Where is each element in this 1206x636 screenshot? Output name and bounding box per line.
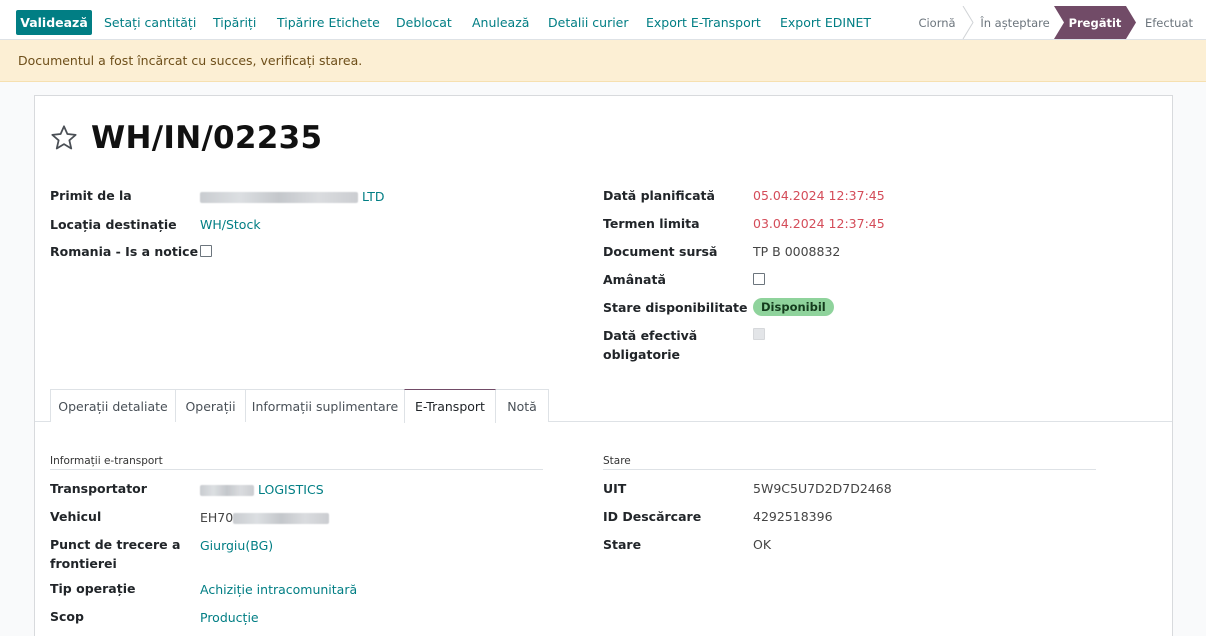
received-from-field[interactable]: LTD bbox=[200, 187, 385, 206]
uit-label: UIT bbox=[603, 481, 627, 496]
effective-date-label-line1: Dată efectivă bbox=[603, 328, 698, 343]
tab-detailed-operations[interactable]: Operații detaliate bbox=[50, 389, 176, 422]
dest-location-label: Locația destinație bbox=[50, 217, 177, 232]
download-id-label: ID Descărcare bbox=[603, 509, 702, 524]
postponed-checkbox[interactable] bbox=[753, 273, 765, 285]
effective-date-label: Dată efectivă obligatorie bbox=[603, 326, 697, 364]
favorite-star-icon[interactable] bbox=[50, 124, 78, 152]
etransport-status-field: OK bbox=[753, 537, 772, 552]
section-divider bbox=[50, 469, 543, 470]
vehicle-label: Vehicul bbox=[50, 509, 102, 524]
received-from-suffix: LTD bbox=[361, 189, 385, 204]
cancel-button[interactable]: Anulează bbox=[472, 10, 529, 35]
status-stage-done[interactable]: Efectuat bbox=[1138, 6, 1200, 39]
vehicle-prefix: EH70 bbox=[200, 510, 234, 525]
dest-location-field[interactable]: WH/Stock bbox=[200, 215, 261, 234]
availability-status-badge: Disponibil bbox=[753, 298, 834, 316]
status-stage-ready[interactable]: Pregătit bbox=[1054, 6, 1136, 39]
unlock-button[interactable]: Deblocat bbox=[396, 10, 452, 35]
set-quantities-button[interactable]: Setați cantități bbox=[104, 10, 196, 35]
etransport-section-title: Informații e-transport bbox=[50, 455, 163, 467]
operation-type-label: Tip operație bbox=[50, 581, 136, 596]
vehicle-field[interactable]: EH70 bbox=[200, 508, 330, 527]
border-crossing-field[interactable]: Giurgiu(BG) bbox=[200, 536, 273, 555]
etransport-status-label: Stare bbox=[603, 537, 642, 552]
scheduled-date-field[interactable]: 05.04.2024 12:37:45 bbox=[753, 186, 885, 205]
section-divider bbox=[603, 469, 1096, 470]
carrier-label: Transportator bbox=[50, 481, 147, 496]
uit-field: 5W9C5U7D2D7D2468 bbox=[753, 481, 892, 496]
effective-date-label-line2: obligatorie bbox=[603, 347, 680, 362]
border-crossing-label: Punct de trecere a frontierei bbox=[50, 535, 180, 573]
redacted-vehicle-number bbox=[233, 513, 330, 524]
source-doc-label: Document sursă bbox=[603, 244, 718, 259]
tab-etransport[interactable]: E-Transport bbox=[404, 389, 496, 423]
status-section-title: Stare bbox=[603, 455, 631, 467]
export-edinet-button[interactable]: Export EDINET bbox=[780, 10, 871, 35]
redacted-partner-name bbox=[200, 192, 358, 203]
download-id-field: 4292518396 bbox=[753, 509, 833, 524]
deadline-label: Termen limita bbox=[603, 216, 700, 231]
control-panel: Validează Setați cantități Tipăriți Tipă… bbox=[0, 0, 1206, 40]
tab-additional-info[interactable]: Informații suplimentare bbox=[245, 389, 405, 422]
carrier-field[interactable]: LOGISTICS bbox=[200, 480, 324, 499]
record-title-row: WH/IN/02235 bbox=[50, 120, 322, 156]
record-title: WH/IN/02235 bbox=[91, 120, 323, 156]
received-from-label: Primit de la bbox=[50, 188, 132, 203]
validate-button[interactable]: Validează bbox=[16, 10, 92, 35]
status-stage-draft[interactable]: Ciornă bbox=[908, 6, 966, 39]
status-stage-waiting[interactable]: În așteptare bbox=[974, 6, 1056, 39]
deadline-field: 03.04.2024 12:37:45 bbox=[753, 216, 885, 231]
availability-label: Stare disponibilitate bbox=[603, 300, 748, 315]
print-button[interactable]: Tipăriți bbox=[213, 10, 256, 35]
redacted-carrier-name bbox=[200, 485, 254, 496]
postponed-label: Amânată bbox=[603, 272, 666, 287]
chevron-separator-icon bbox=[962, 6, 974, 39]
tab-note[interactable]: Notă bbox=[495, 389, 549, 422]
success-alert: Documentul a fost încărcat cu succes, ve… bbox=[0, 40, 1206, 82]
romania-notice-label: Romania - Is a notice bbox=[50, 244, 199, 259]
alert-message: Documentul a fost încărcat cu succes, ve… bbox=[18, 53, 363, 68]
print-labels-button[interactable]: Tipărire Etichete bbox=[277, 10, 380, 35]
effective-date-checkbox bbox=[753, 328, 765, 340]
romania-notice-checkbox[interactable] bbox=[200, 245, 212, 257]
border-crossing-label-line2: frontierei bbox=[50, 556, 117, 571]
scope-field[interactable]: Producție bbox=[200, 608, 259, 627]
border-crossing-label-line1: Punct de trecere a bbox=[50, 537, 181, 552]
operation-type-field[interactable]: Achiziție intracomunitară bbox=[200, 580, 357, 599]
tab-operations[interactable]: Operații bbox=[175, 389, 246, 422]
export-etransport-button[interactable]: Export E-Transport bbox=[646, 10, 761, 35]
courier-details-button[interactable]: Detalii curier bbox=[548, 10, 629, 35]
scope-label: Scop bbox=[50, 609, 84, 624]
scheduled-date-label: Dată planificată bbox=[603, 188, 715, 203]
carrier-suffix: LOGISTICS bbox=[257, 482, 324, 497]
source-doc-field[interactable]: TP B 0008832 bbox=[753, 242, 840, 261]
